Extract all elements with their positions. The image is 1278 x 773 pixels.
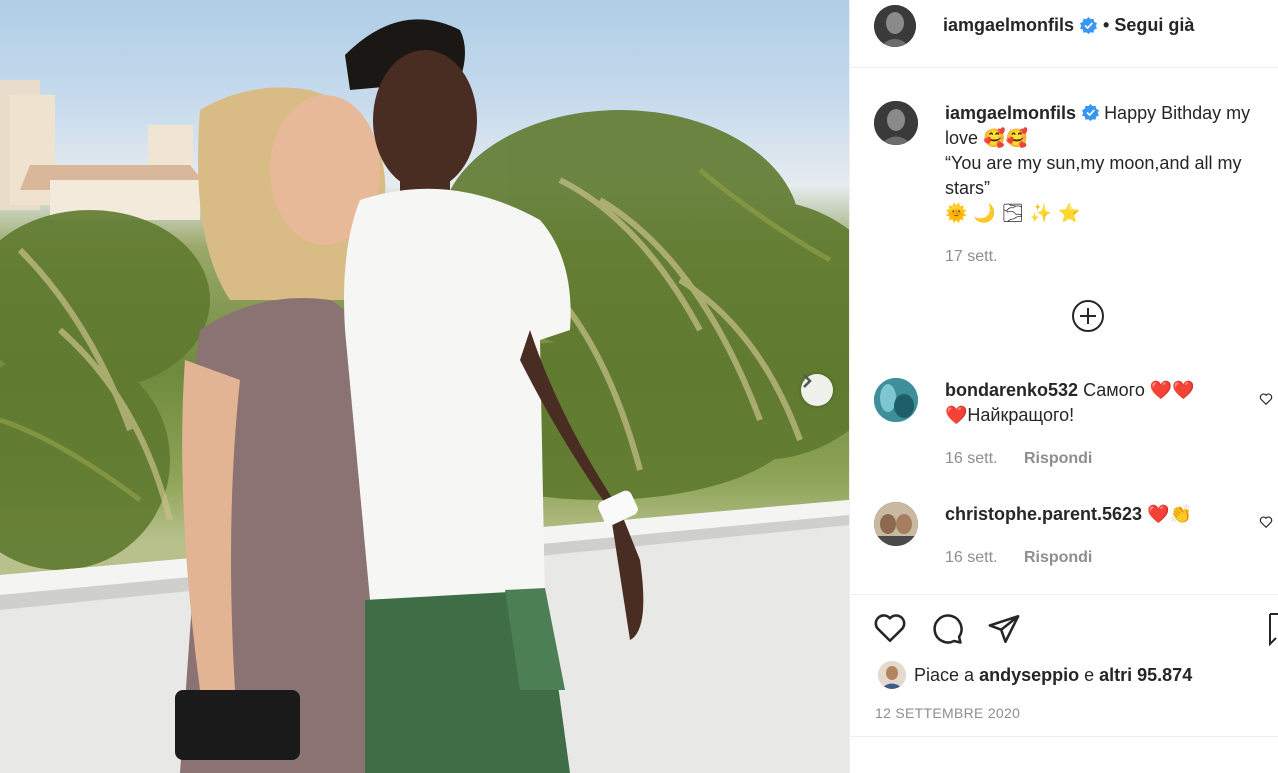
comment-text: Самого xyxy=(1083,380,1145,400)
chevron-right-icon xyxy=(803,374,812,388)
avatar-picture xyxy=(874,378,918,422)
caption-text-line2: “You are my sun,my moon,and all my stars… xyxy=(945,153,1242,198)
reply-button[interactable]: Rispondi xyxy=(1024,450,1092,467)
likes-prefix: Piace a xyxy=(914,664,975,685)
author-username[interactable]: iamgaelmonfils xyxy=(943,15,1074,36)
like-comment-heart-icon[interactable] xyxy=(1259,515,1273,529)
load-more-comments-icon[interactable] xyxy=(1071,299,1105,333)
post-actions: Piace a andyseppio e altri 95.874 12 SET… xyxy=(850,594,1278,773)
caption-body: iamgaelmonfils Happy Bithday my love 🥰🥰 … xyxy=(945,101,1274,269)
commenter-avatar[interactable] xyxy=(874,378,918,422)
comment-body: bondarenko532 Самого ❤️❤️ ❤️Найкращого! … xyxy=(945,378,1261,471)
comment-timestamp[interactable]: 16 sett. xyxy=(945,549,997,566)
author-avatar[interactable] xyxy=(874,4,916,47)
caption-emoji-line2: 🌞 🌙 🌫 ✨ ⭐ xyxy=(945,203,1081,224)
comment-body: christophe.parent.5623 ❤️👏 16 sett. Risp… xyxy=(945,502,1261,570)
like-heart-icon[interactable] xyxy=(872,611,908,645)
likes-conj: e xyxy=(1084,664,1095,685)
comment-heart: ❤️ xyxy=(945,405,968,426)
add-comment-bar[interactable] xyxy=(850,736,1278,773)
avatar-picture xyxy=(878,661,906,689)
avatar-picture xyxy=(874,502,918,546)
caption-author-avatar[interactable] xyxy=(874,101,918,145)
verified-badge-icon xyxy=(1082,104,1100,121)
caption-meta: 17 sett. xyxy=(945,244,1274,269)
follow-status-button[interactable]: • Segui già xyxy=(1103,15,1194,36)
comment-hearts: ❤️❤️ xyxy=(1149,380,1195,401)
likes-count[interactable]: altri 95.874 xyxy=(1099,665,1192,686)
liker-username[interactable]: andyseppio xyxy=(979,665,1079,686)
comment-item: christophe.parent.5623 ❤️👏 16 sett. Risp… xyxy=(874,502,1274,570)
caption-timestamp[interactable]: 17 sett. xyxy=(945,248,997,265)
reply-button[interactable]: Rispondi xyxy=(1024,549,1092,566)
next-photo-button[interactable] xyxy=(801,374,833,406)
share-paper-plane-icon[interactable] xyxy=(986,612,1022,646)
verified-badge-icon xyxy=(1080,17,1098,34)
comment-meta: 16 sett. Rispondi xyxy=(945,446,1261,471)
comment-meta: 16 sett. Rispondi xyxy=(945,545,1261,570)
avatar-picture xyxy=(874,101,918,145)
like-comment-heart-icon[interactable] xyxy=(1259,392,1273,406)
caption-emoji-line1: 🥰🥰 xyxy=(983,128,1028,149)
photo-illustration xyxy=(0,19,849,773)
commenter-avatar[interactable] xyxy=(874,502,918,546)
comment-bubble-icon[interactable] xyxy=(929,612,965,646)
post-photo[interactable] xyxy=(0,0,849,773)
post-side-panel: iamgaelmonfils • Segui già iamgaelmonfil… xyxy=(849,0,1278,773)
comment-emojis: ❤️👏 xyxy=(1147,504,1192,525)
comment-username[interactable]: christophe.parent.5623 xyxy=(945,504,1142,524)
post-header: iamgaelmonfils • Segui già xyxy=(850,0,1278,68)
post-date[interactable]: 12 SETTEMBRE 2020 xyxy=(875,705,1020,721)
comment-text-2: Найкращого! xyxy=(967,405,1075,425)
liker-avatar[interactable] xyxy=(878,661,906,689)
likes-summary: Piace a andyseppio e altri 95.874 xyxy=(878,661,1192,689)
comment-username[interactable]: bondarenko532 xyxy=(945,380,1078,400)
caption-username[interactable]: iamgaelmonfils xyxy=(945,103,1076,123)
avatar-picture xyxy=(874,4,916,47)
comment-item: bondarenko532 Самого ❤️❤️ ❤️Найкращого! … xyxy=(874,378,1274,471)
comment-timestamp[interactable]: 16 sett. xyxy=(945,450,997,467)
save-bookmark-icon[interactable] xyxy=(1268,612,1278,646)
post-caption: iamgaelmonfils Happy Bithday my love 🥰🥰 … xyxy=(874,101,1274,269)
